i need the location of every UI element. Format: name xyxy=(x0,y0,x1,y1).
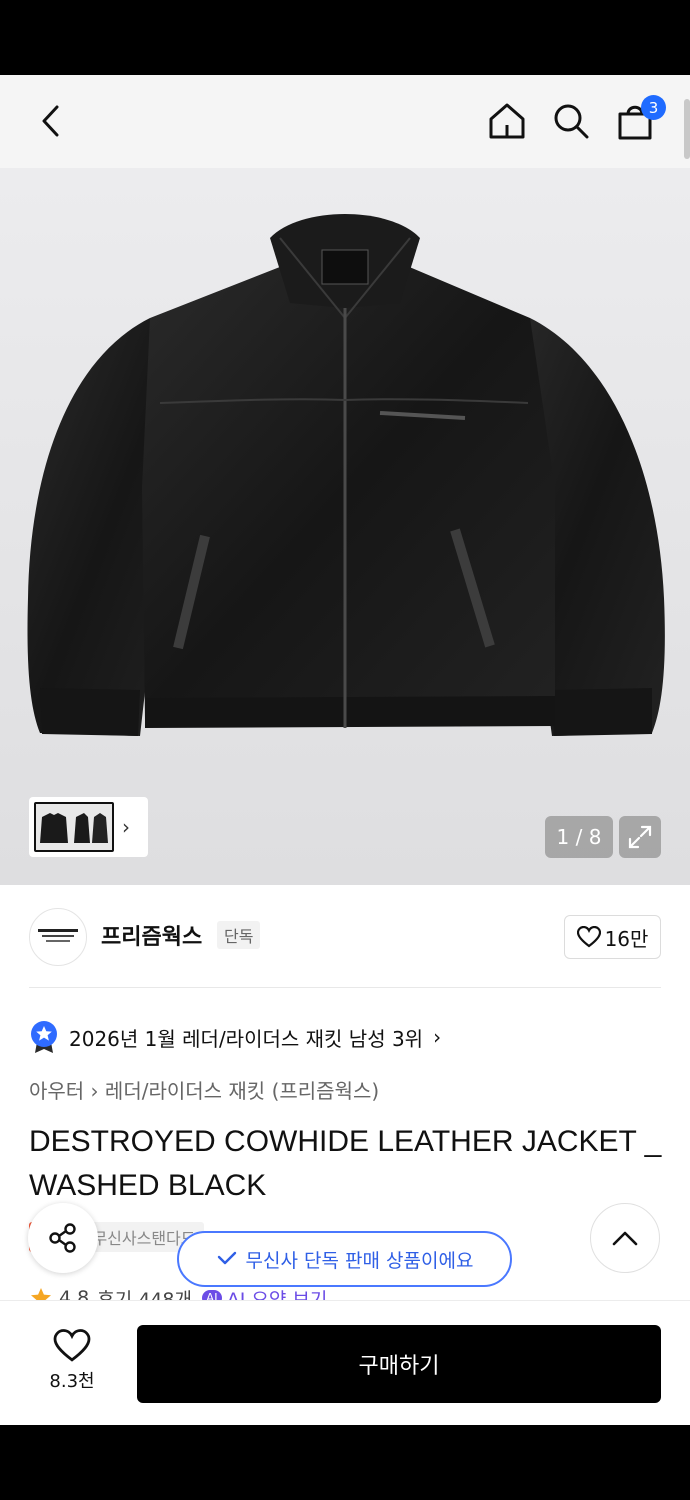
brand-row: 프리즘웍스 단독 16만 xyxy=(0,885,690,987)
expand-icon xyxy=(628,825,652,849)
purchase-bar: 8.3천 구매하기 xyxy=(0,1300,690,1425)
brand-logo-mark xyxy=(38,929,78,942)
chevron-left-icon xyxy=(42,105,59,137)
thumbnail-chevron-icon: › xyxy=(122,815,130,839)
thumbnail-strip[interactable]: › xyxy=(29,797,148,857)
thumbnail-image[interactable] xyxy=(34,802,114,852)
scroll-indicator xyxy=(684,99,690,159)
brand-like-button[interactable]: 16만 xyxy=(564,915,661,959)
check-icon xyxy=(217,1251,236,1265)
top-bar: 3 xyxy=(0,75,690,168)
exclusive-tag: 단독 xyxy=(217,921,261,949)
home-icon xyxy=(489,103,525,139)
thumbnail-jacket-icon xyxy=(40,813,108,843)
brand-logo[interactable] xyxy=(29,908,87,966)
wishlist-count: 8.3천 xyxy=(49,1371,95,1392)
product-title: DESTROYED COWHIDE LEATHER JACKET _ WASHE… xyxy=(29,1125,662,1202)
exclusive-toast: 무신사 단독 판매 상품이에요 xyxy=(177,1231,512,1287)
image-counter: 1 / 8 xyxy=(545,816,613,858)
share-icon xyxy=(49,1223,76,1253)
product-image-gallery[interactable]: › 1 / 8 xyxy=(0,168,690,885)
chevron-up-icon xyxy=(612,1231,638,1246)
category-breadcrumb[interactable]: 아우터 › 레더/라이더스 재킷 (프리즘웍스) xyxy=(29,1075,379,1104)
expand-image-button[interactable] xyxy=(619,816,661,858)
home-button[interactable] xyxy=(484,98,530,144)
wishlist-button[interactable]: 8.3천 xyxy=(30,1329,114,1393)
cart-button[interactable]: 3 xyxy=(612,95,666,144)
heart-icon xyxy=(576,926,601,948)
ranking-text: 2026년 1월 레더/라이더스 재킷 남성 3위 xyxy=(69,1026,424,1051)
share-button[interactable] xyxy=(28,1203,98,1273)
brand-like-count: 16만 xyxy=(604,926,649,951)
cart-count-badge: 3 xyxy=(641,95,666,120)
scroll-top-button[interactable] xyxy=(590,1203,660,1273)
ranking-medal-icon xyxy=(31,1021,57,1053)
product-image xyxy=(0,168,690,885)
search-icon xyxy=(554,104,589,139)
toast-text: 무신사 단독 판매 상품이에요 xyxy=(245,1249,474,1272)
system-nav-bar xyxy=(0,1425,690,1500)
back-button[interactable] xyxy=(28,98,74,144)
heart-icon xyxy=(53,1329,91,1362)
status-bar xyxy=(0,0,690,75)
chevron-right-icon: › xyxy=(433,1025,442,1049)
brand-name[interactable]: 프리즘웍스 xyxy=(101,919,202,951)
ranking-row[interactable]: 2026년 1월 레더/라이더스 재킷 남성 3위 › xyxy=(29,1019,441,1055)
search-button[interactable] xyxy=(548,98,594,144)
buy-button[interactable]: 구매하기 xyxy=(137,1325,661,1403)
product-page: 3 › 1 / 8 프리즘웍스 단독 16만 2026년 1월 레더/라이더스 … xyxy=(0,75,690,1425)
divider xyxy=(29,987,661,988)
